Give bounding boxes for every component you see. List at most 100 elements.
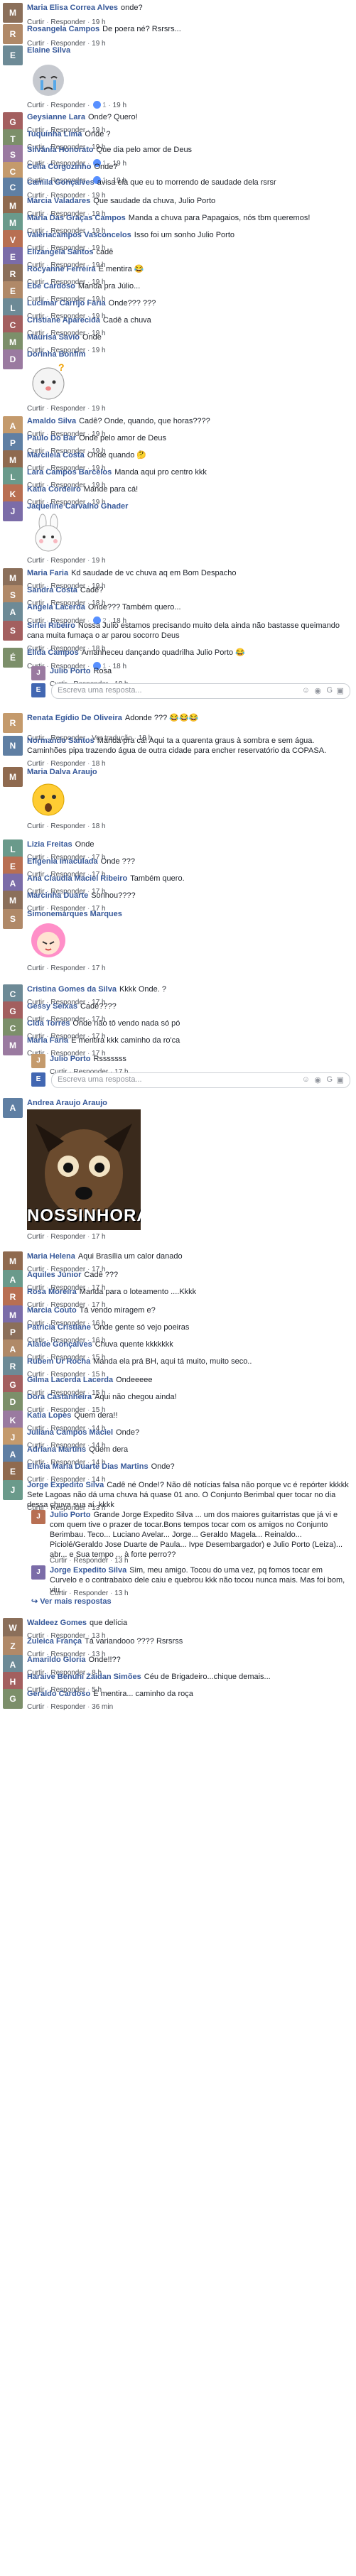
like-link[interactable]: Curtir (27, 557, 44, 565)
avatar[interactable]: C (3, 178, 23, 197)
author-link[interactable]: Cristina Gomes da Silva (27, 985, 117, 994)
author-link[interactable]: Maria Helena (27, 1252, 75, 1261)
reply-link[interactable]: Responder (50, 1703, 85, 1711)
emoji-icon[interactable]: ☺ (302, 1075, 310, 1084)
author-link[interactable]: Tuquinha Lima (27, 130, 82, 138)
author-link[interactable]: Maria Dalva Araujo (27, 768, 97, 776)
avatar[interactable]: M (3, 1036, 23, 1055)
author-link[interactable]: Cristiane Aparecida (27, 316, 100, 325)
author-link[interactable]: Camila Gonçalves (27, 178, 95, 187)
reply-link[interactable]: Responder (73, 1557, 108, 1565)
avatar[interactable]: É (3, 648, 23, 668)
sticker-icon[interactable]: ▣ (337, 686, 344, 695)
author-link[interactable]: Jorge Expedito Silva (50, 1566, 126, 1575)
author-link[interactable]: Haraive Benuhi Zaidan Simões (27, 1673, 141, 1681)
author-link[interactable]: Dorinha Bonfim (27, 350, 86, 359)
author-link[interactable]: Renata Egídio De Oliveira (27, 714, 122, 722)
avatar[interactable]: S (3, 621, 23, 641)
author-link[interactable]: Katia Lopes (27, 1411, 71, 1420)
avatar[interactable]: M (3, 891, 23, 911)
author-link[interactable]: Rosangela Campos (27, 25, 99, 33)
author-link[interactable]: Jaqueline Carvalho Ghader (27, 502, 128, 511)
like-link[interactable]: Curtir (27, 1233, 44, 1241)
author-link[interactable]: Amarildo Gloria (27, 1656, 86, 1664)
avatar[interactable]: R (3, 24, 23, 44)
more-replies-link[interactable]: ↪ Ver mais respostas (31, 1597, 112, 1606)
avatar[interactable]: R (3, 713, 23, 733)
author-link[interactable]: Paulo Do Bar (27, 434, 76, 442)
timestamp[interactable]: 18 h (92, 822, 105, 830)
timestamp[interactable]: 17 h (92, 1233, 105, 1241)
author-link[interactable]: Rosa Moreira (27, 1288, 77, 1296)
author-link[interactable]: Zuleica França (27, 1637, 82, 1646)
author-link[interactable]: Cida Torres (27, 1019, 70, 1028)
avatar[interactable]: M (3, 3, 23, 23)
author-link[interactable]: Gilma Lacerda Lacerda (27, 1376, 113, 1384)
author-link[interactable]: Marcileia Costa (27, 451, 85, 460)
author-link[interactable]: Maurisa Savio (27, 333, 80, 342)
like-link[interactable]: Curtir (27, 1703, 44, 1711)
timestamp[interactable]: 17 h (92, 964, 105, 972)
author-link[interactable]: Gessy Seixas (27, 1002, 77, 1011)
avatar[interactable]: E (3, 1462, 23, 1482)
author-link[interactable]: Juliana Campos Maciel (27, 1428, 113, 1437)
author-link[interactable]: Simonemarques Marques (27, 910, 122, 918)
author-link[interactable]: Maria Faria (27, 569, 68, 577)
author-link[interactable]: Valériacampos Vasconcelos (27, 231, 131, 239)
reply-input[interactable]: Escreva uma resposta... ☺ ◉ G ▣ (51, 1072, 350, 1088)
author-link[interactable]: Celia Corgozinho (27, 163, 91, 171)
avatar[interactable]: J (3, 1480, 23, 1500)
author-link[interactable]: Geraldo Cardoso (27, 1690, 90, 1698)
reply-input[interactable]: Escreva uma resposta... ☺ ◉ G ▣ (51, 683, 350, 699)
gif-icon[interactable]: G (326, 1075, 333, 1084)
avatar[interactable]: A (3, 1098, 23, 1118)
author-link[interactable]: Sandra Costa (27, 586, 77, 594)
author-link[interactable]: Marcinha Duarte (27, 891, 88, 900)
avatar[interactable]: E (3, 45, 23, 65)
author-link[interactable]: Patricia Cristiane (27, 1323, 91, 1332)
author-link[interactable]: Andrea Araujo Araujo (27, 1099, 107, 1107)
timestamp[interactable]: 13 h (114, 1557, 128, 1565)
avatar[interactable]: R (3, 1357, 23, 1376)
avatar[interactable]: M (3, 767, 23, 787)
author-link[interactable]: Ebe Cardoso (27, 282, 75, 290)
author-link[interactable]: Efigenia Imaculada (27, 857, 98, 866)
author-link[interactable]: Silvânia Honorato (27, 146, 94, 154)
avatar[interactable]: J (31, 1510, 45, 1524)
reaction-count[interactable]: 1 (102, 102, 108, 109)
camera-icon[interactable]: ◉ (314, 686, 321, 695)
author-link[interactable]: Julio Porto (50, 1511, 90, 1519)
like-link[interactable]: Curtir (27, 822, 44, 830)
author-link[interactable]: Angela Lacerda (27, 603, 85, 612)
reply-link[interactable]: Responder (50, 557, 85, 565)
author-link[interactable]: Maria Faria (27, 1036, 68, 1045)
avatar[interactable]: J (3, 501, 23, 521)
author-link[interactable]: Marcia Couto (27, 1306, 77, 1315)
author-link[interactable]: Waldeez Gomes (27, 1619, 87, 1627)
author-link[interactable]: Katia Cordeiro (27, 485, 81, 494)
timestamp[interactable]: 19 h (92, 405, 105, 413)
author-link[interactable]: Élida Campos (27, 648, 79, 657)
author-link[interactable]: Lizia Freitas (27, 840, 72, 849)
author-link[interactable]: Elaine Silva (27, 46, 70, 55)
avatar[interactable]: N (3, 736, 23, 756)
author-link[interactable]: Amaldo Silva (27, 417, 76, 425)
author-link[interactable]: Normando Santos (27, 737, 95, 745)
author-link[interactable]: Julio Porto (50, 667, 90, 675)
avatar[interactable]: J (31, 666, 45, 680)
author-link[interactable]: Alaide Gonçalves (27, 1340, 92, 1349)
like-link[interactable]: Curtir (27, 405, 44, 413)
author-link[interactable]: Jorge Expedito Silva (27, 1481, 104, 1489)
author-link[interactable]: Márcia Valadares (27, 197, 90, 205)
avatar[interactable]: W (3, 1618, 23, 1638)
timestamp[interactable]: 19 h (92, 557, 105, 565)
author-link[interactable]: Maria Elisa Correa Alves (27, 4, 118, 12)
like-link[interactable]: Curtir (27, 964, 44, 972)
avatar[interactable]: J (31, 1565, 45, 1580)
author-link[interactable]: Maria Das Graças Campos (27, 214, 126, 222)
reply-composer[interactable]: E Escreva uma resposta... ☺ ◉ G ▣ (31, 683, 350, 699)
author-link[interactable]: Ana Claudia Maciel Ribeiro (27, 874, 127, 883)
author-link[interactable]: Rubem Ur Rocha (27, 1357, 90, 1366)
reply-link[interactable]: Responder (50, 1233, 85, 1241)
author-link[interactable]: Adriana Martins (27, 1445, 86, 1454)
